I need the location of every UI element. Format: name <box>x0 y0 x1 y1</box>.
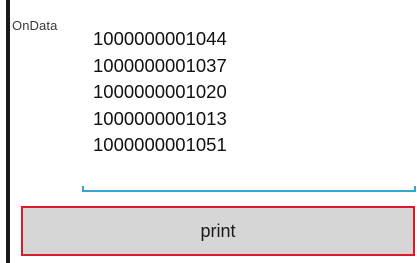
data-line: 1000000001037 <box>93 54 227 76</box>
ondata-label: OnData <box>12 18 58 33</box>
ondata-lines: 1000000001044 1000000001037 100000000102… <box>93 26 227 159</box>
print-button[interactable]: print <box>21 206 415 256</box>
data-line: 1000000001013 <box>93 107 227 129</box>
ondata-text-field[interactable]: 1000000001044 1000000001037 100000000102… <box>82 24 416 192</box>
text-field-underline <box>82 186 416 192</box>
data-line: 1000000001051 <box>93 134 227 155</box>
data-line: 1000000001044 <box>93 28 227 49</box>
data-line: 1000000001020 <box>93 81 227 102</box>
app-screen: OnData 1000000001044 1000000001037 10000… <box>0 0 417 263</box>
left-edge-bar <box>6 0 10 263</box>
